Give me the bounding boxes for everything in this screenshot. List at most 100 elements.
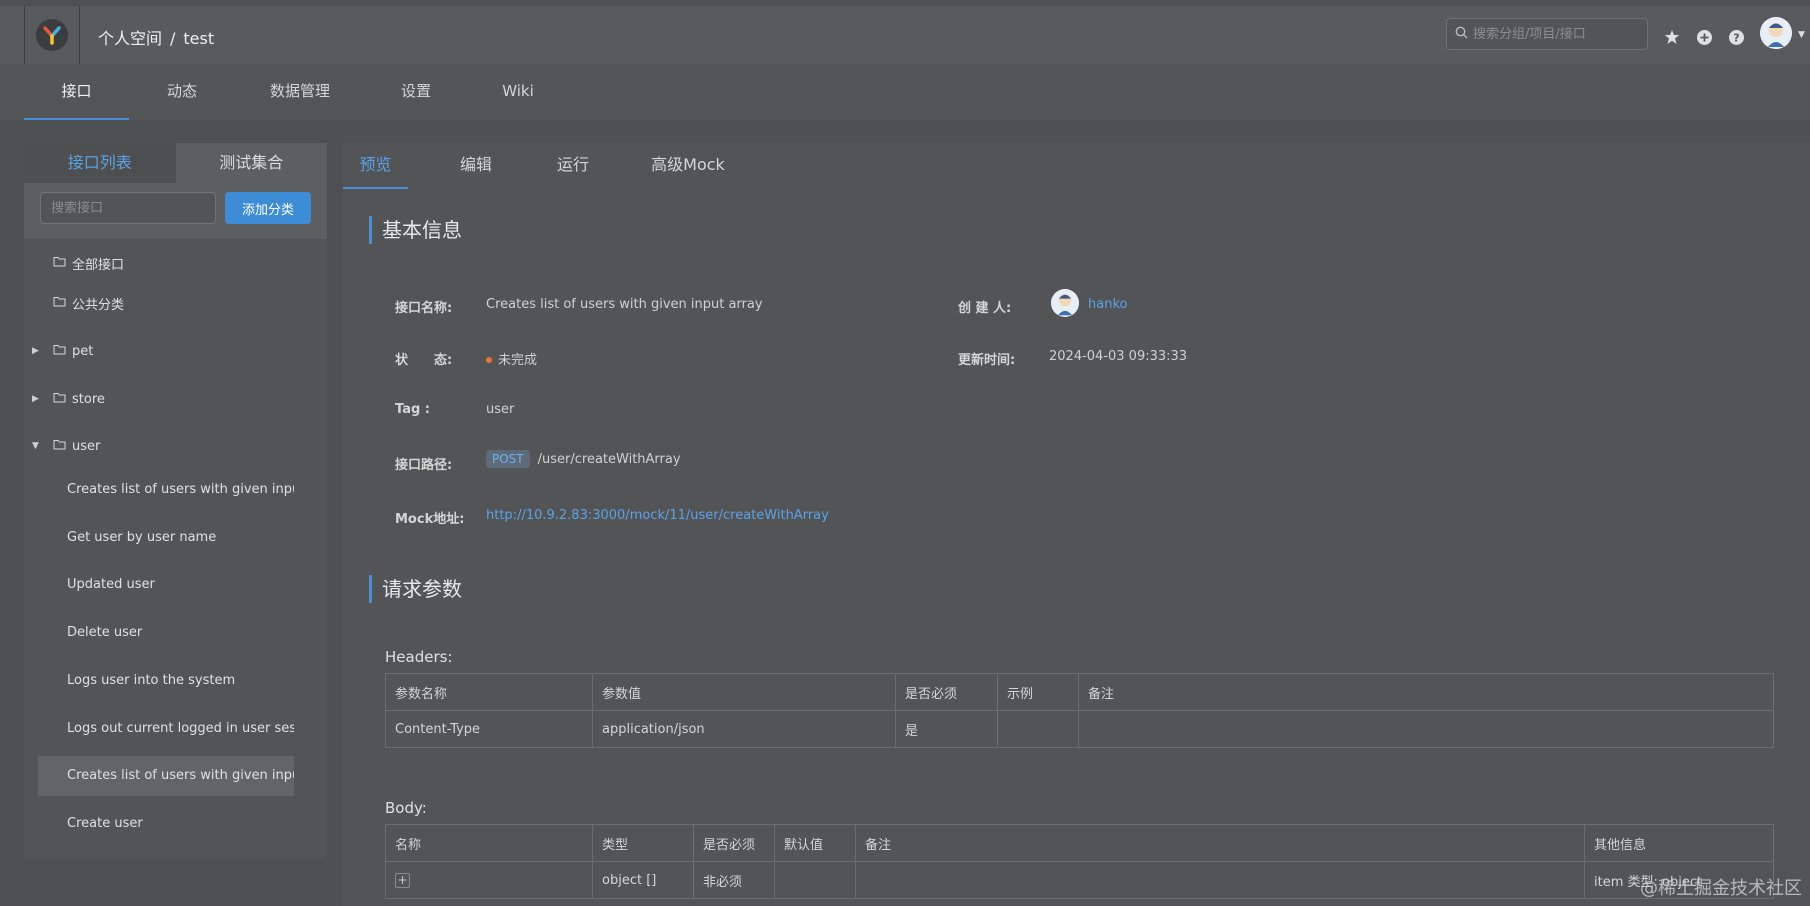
sidebar-search-row: 添加分类 — [24, 183, 327, 239]
column-header: 名称 — [385, 824, 593, 862]
caret-right-icon[interactable]: ▶ — [32, 394, 39, 404]
tab-settings[interactable]: 设置 — [388, 64, 444, 120]
column-header: 类型 — [592, 824, 694, 862]
caret-right-icon[interactable]: ▶ — [32, 346, 39, 356]
tab-advanced-mock[interactable]: 高级Mock — [643, 143, 733, 189]
project-nav: 接口 动态 数据管理 设置 Wiki — [0, 64, 1810, 120]
tab-test-collection[interactable]: 测试集合 — [175, 143, 327, 183]
table-cell: application/json — [592, 710, 896, 748]
svg-text:?: ? — [1733, 31, 1739, 44]
updated-value: 2024-04-03 09:33:33 — [1049, 349, 1188, 364]
column-header: 备注 — [855, 824, 1585, 862]
tree-item-store[interactable]: ▶ store — [24, 379, 327, 419]
logo-container[interactable] — [24, 6, 80, 64]
tab-data-management[interactable]: 数据管理 — [258, 64, 342, 120]
table-cell: 非必须 — [693, 861, 775, 899]
watermark: @稀土掘金技术社区 — [1640, 878, 1802, 899]
folder-icon — [53, 296, 66, 311]
user-avatar[interactable] — [1760, 17, 1792, 49]
tab-preview[interactable]: 预览 — [343, 143, 408, 189]
tree-item-label: 公共分类 — [72, 297, 125, 313]
interface-item[interactable]: Get user by user name — [38, 518, 294, 558]
interface-item[interactable]: Create user — [38, 804, 294, 844]
column-header: 默认值 — [774, 824, 856, 862]
request-params-title: 请求参数 — [369, 575, 462, 603]
table-header-row: 参数名称 参数值 是否必须 示例 备注 — [385, 673, 1774, 711]
mock-label: Mock地址: — [395, 512, 465, 527]
body-label: Body: — [385, 799, 427, 817]
interface-item-selected[interactable]: Creates list of users with given input a… — [38, 756, 294, 796]
interface-item[interactable]: Creates list of users with given input a… — [38, 470, 294, 510]
interface-item[interactable]: Delete user — [38, 613, 294, 653]
tag-value: user — [486, 402, 515, 417]
breadcrumb-space[interactable]: 个人空间 — [98, 29, 162, 48]
chevron-down-icon[interactable]: ▼ — [1798, 30, 1805, 40]
updated-label: 更新时间: — [958, 353, 1016, 368]
table-cell — [1078, 710, 1774, 748]
table-cell — [855, 861, 1585, 899]
table-cell: object [] — [592, 861, 694, 899]
headers-label: Headers: — [385, 648, 453, 666]
basic-info-title: 基本信息 — [369, 216, 462, 244]
name-label: 接口名称: — [395, 301, 453, 316]
path-label: 接口路径: — [395, 458, 453, 473]
plus-circle-icon[interactable] — [1695, 28, 1713, 46]
column-header: 示例 — [997, 673, 1079, 711]
global-search-input[interactable] — [1473, 26, 1643, 42]
tab-edit[interactable]: 编辑 — [446, 143, 506, 189]
table-cell: Content-Type — [385, 710, 593, 748]
tab-activity[interactable]: 动态 — [152, 64, 212, 120]
status-dot — [486, 356, 492, 363]
breadcrumb-separator: / — [170, 29, 176, 48]
main-content: 预览 编辑 运行 高级Mock 基本信息 接口名称: Creates list … — [343, 143, 1810, 906]
tab-run[interactable]: 运行 — [543, 143, 603, 189]
column-header: 其他信息 — [1584, 824, 1774, 862]
expand-row-button[interactable]: + — [395, 872, 410, 888]
body-table: 名称 类型 是否必须 默认值 备注 其他信息 + object [] 非必须 i… — [385, 824, 1774, 899]
creator-link[interactable]: hanko — [1088, 297, 1127, 312]
tree-item-label: user — [72, 438, 101, 454]
status-value: 未完成 — [486, 349, 537, 368]
tree-item-user[interactable]: ▼ user — [24, 426, 327, 466]
creator-label: 创 建 人: — [958, 301, 1012, 316]
folder-icon — [53, 392, 66, 407]
folder-open-icon — [53, 439, 66, 454]
table-cell — [997, 710, 1079, 748]
headers-table: 参数名称 参数值 是否必须 示例 备注 Content-Type applica… — [385, 673, 1774, 748]
table-row: + object [] 非必须 item 类型: object — [385, 861, 1774, 899]
tab-wiki[interactable]: Wiki — [490, 64, 546, 120]
column-header: 是否必须 — [895, 673, 998, 711]
folder-icon — [53, 344, 66, 359]
table-header-row: 名称 类型 是否必须 默认值 备注 其他信息 — [385, 824, 1774, 862]
tree-item-public[interactable]: 公共分类 — [24, 283, 327, 323]
caret-down-icon[interactable]: ▼ — [32, 441, 39, 451]
folder-icon — [53, 256, 66, 271]
name-value: Creates list of users with given input a… — [486, 297, 763, 312]
tag-label: Tag : — [395, 402, 430, 417]
creator-avatar[interactable] — [1051, 289, 1079, 317]
tab-interface-list[interactable]: 接口列表 — [24, 143, 176, 183]
tree-item-all[interactable]: 全部接口 — [24, 243, 327, 283]
interface-item[interactable]: Logs user into the system — [38, 661, 294, 701]
mock-url-link[interactable]: http://10.9.2.83:3000/mock/11/user/creat… — [486, 508, 829, 523]
global-search[interactable] — [1446, 18, 1648, 50]
breadcrumb-project[interactable]: test — [183, 29, 214, 48]
status-label: 状 态: — [395, 353, 453, 368]
app-logo[interactable] — [36, 19, 68, 51]
tree-item-pet[interactable]: ▶ pet — [24, 331, 327, 371]
column-header: 备注 — [1078, 673, 1774, 711]
star-icon[interactable] — [1663, 28, 1681, 46]
interface-item[interactable]: Logs out current logged in user session — [38, 709, 294, 749]
interface-search-input[interactable] — [40, 192, 216, 224]
tree-item-label: 全部接口 — [72, 257, 125, 273]
add-category-button[interactable]: 添加分类 — [225, 192, 311, 224]
help-icon[interactable]: ? — [1727, 28, 1745, 46]
tab-interface[interactable]: 接口 — [24, 64, 129, 120]
tree-item-label: pet — [72, 343, 94, 359]
interface-item[interactable]: Updated user — [38, 565, 294, 605]
column-header: 是否必须 — [693, 824, 775, 862]
status-text: 未完成 — [498, 353, 538, 368]
tree-item-label: store — [72, 391, 105, 407]
top-bar: 个人空间 / test ? ▼ — [0, 6, 1810, 64]
sidebar-tabs: 接口列表 测试集合 — [24, 143, 327, 183]
